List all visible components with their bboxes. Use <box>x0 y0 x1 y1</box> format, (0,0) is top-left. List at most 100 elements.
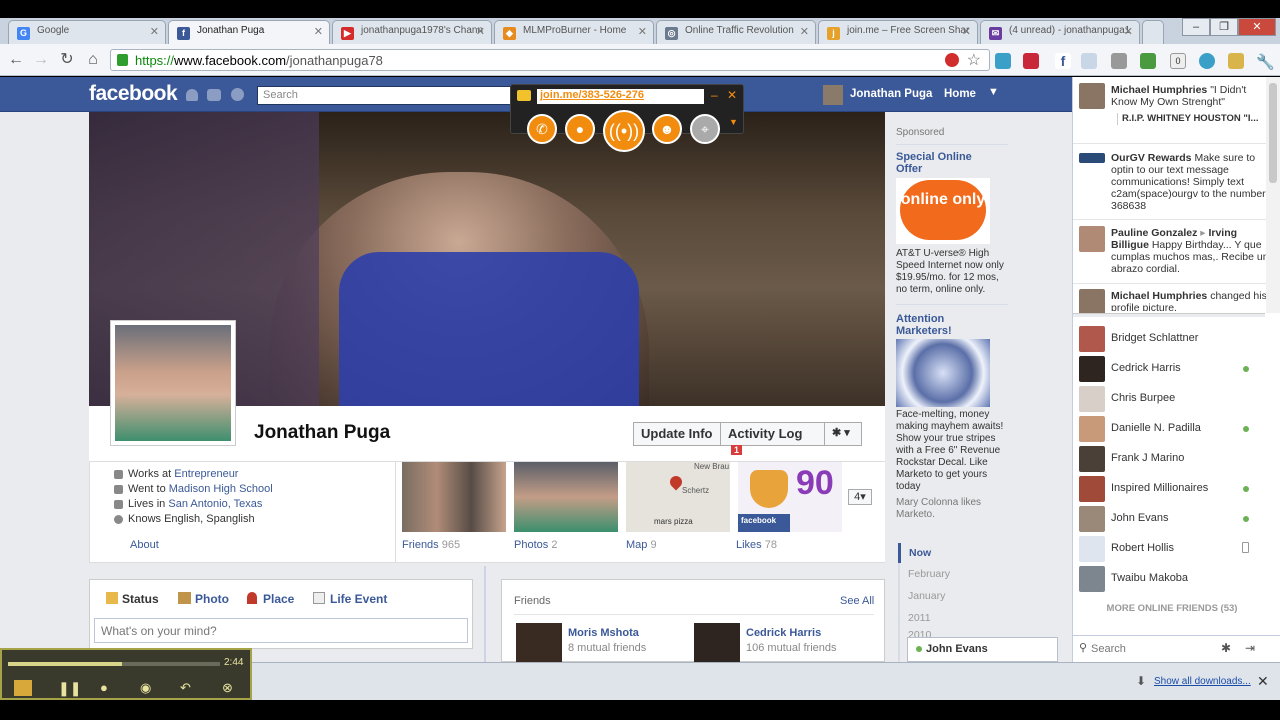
profile-picture[interactable] <box>110 320 236 446</box>
chat-options-gear-icon[interactable]: ✱ <box>1221 641 1231 655</box>
facebook-logo[interactable]: facebook <box>89 82 178 106</box>
recorder-pause-icon[interactable]: ❚❚ <box>58 680 81 696</box>
chat-friend-row[interactable]: Chris Burpee <box>1079 384 1279 412</box>
extension-red-icon[interactable] <box>945 53 959 67</box>
ticker-avatar[interactable] <box>1079 83 1105 109</box>
status-input[interactable]: What's on your mind? <box>94 618 468 643</box>
nav-user-link[interactable]: Jonathan Puga <box>850 88 932 100</box>
reload-icon[interactable]: ↻ <box>56 50 78 70</box>
tab-joinme[interactable]: j join.me – Free Screen Shar ✕ <box>818 20 978 44</box>
chat-friend-row[interactable]: Twaibu Makoba <box>1079 564 1279 592</box>
scrollbar-thumb[interactable] <box>1269 83 1277 183</box>
likes-caption[interactable]: Likes 78 <box>736 539 777 551</box>
ticker-story[interactable]: Pauline Gonzalez ▸ Irving Billigue Happy… <box>1111 227 1271 275</box>
recorder-folder-icon[interactable] <box>14 680 32 696</box>
tab-google[interactable]: G Google ✕ <box>8 20 166 44</box>
chat-search-input[interactable]: Search <box>1091 643 1126 655</box>
chat-friend-row[interactable]: Frank J Marino <box>1079 444 1279 472</box>
bookmark-star-icon[interactable]: ☆ <box>967 50 981 70</box>
close-tab-icon[interactable]: ✕ <box>800 25 809 38</box>
joinme-expand-icon[interactable]: ▼ <box>729 117 738 127</box>
ticker-avatar[interactable] <box>1079 226 1105 252</box>
close-downloads-icon[interactable]: ✕ <box>1257 673 1269 690</box>
timeline-nav-year[interactable]: 2010 <box>900 629 1058 637</box>
ad2-title-link[interactable]: Attention Marketers! <box>896 313 976 337</box>
friend-name-link[interactable]: Moris Mshota <box>568 627 639 639</box>
ticker-avatar[interactable] <box>1079 153 1105 163</box>
ticker-story[interactable]: Michael Humphries changed his profile pi… <box>1111 290 1271 311</box>
home-icon[interactable]: ⌂ <box>82 50 104 70</box>
about-location-link[interactable]: San Antonio, Texas <box>168 498 262 510</box>
ticker-avatar[interactable] <box>1079 289 1105 315</box>
recorder-progress-track[interactable] <box>8 662 220 666</box>
more-apps-button[interactable]: 4▾ <box>848 489 872 505</box>
mail-extension-icon[interactable] <box>1111 53 1127 69</box>
ticker-story[interactable]: Michael Humphries "I Didn't Know My Own … <box>1111 84 1271 108</box>
about-school-link[interactable]: Madison High School <box>169 483 273 495</box>
friend-name-link[interactable]: Cedrick Harris <box>746 627 821 639</box>
ad1-title-link[interactable]: Special Online Offer <box>896 151 976 175</box>
chat-popout-icon[interactable]: ⇥ <box>1245 641 1255 655</box>
map-caption[interactable]: Map 9 <box>626 539 657 551</box>
friend-avatar[interactable] <box>694 623 740 663</box>
see-all-link[interactable]: See All <box>840 595 874 607</box>
update-info-button[interactable]: Update Info <box>633 422 721 446</box>
life-event-tab[interactable]: Life Event <box>330 592 387 606</box>
close-tab-icon[interactable]: ✕ <box>314 25 323 38</box>
extension-green-icon[interactable] <box>1140 53 1156 69</box>
chat-friend-row[interactable]: Danielle N. Padilla <box>1079 414 1279 442</box>
recorder-stop-icon[interactable]: ⊗ <box>222 680 238 696</box>
joinme-link[interactable]: join.me/383-526-276 <box>537 89 704 104</box>
nav-home-link[interactable]: Home <box>944 88 976 100</box>
ad2-image[interactable] <box>896 339 990 407</box>
account-dropdown-icon[interactable]: ▼ <box>988 86 999 98</box>
map-tile[interactable]: New Brau Schertz mars pizza <box>626 462 730 532</box>
chat-friend-row[interactable]: John Evans <box>1079 504 1279 532</box>
extension-plus-icon[interactable] <box>1081 53 1097 69</box>
facebook-extension-icon[interactable]: f <box>1055 53 1071 69</box>
close-window-button[interactable]: ✕ <box>1238 18 1276 36</box>
friend-requests-icon[interactable] <box>186 89 198 101</box>
recorder-undo-icon[interactable]: ↶ <box>180 680 196 696</box>
ad1-image[interactable]: online only <box>896 178 990 244</box>
about-link[interactable]: About <box>130 539 395 551</box>
messages-icon[interactable] <box>207 89 221 101</box>
skype-icon[interactable] <box>1199 53 1215 69</box>
close-tab-icon[interactable]: ✕ <box>638 25 647 38</box>
new-tab-button[interactable] <box>1142 20 1164 44</box>
timeline-nav-now[interactable]: Now <box>898 543 1058 563</box>
recorder-webcam-icon[interactable]: ◉ <box>140 680 156 696</box>
about-work-link[interactable]: Entrepreneur <box>174 468 238 480</box>
friend-avatar[interactable] <box>516 623 562 663</box>
joinme-mouse-button[interactable]: ⌖ <box>690 114 720 144</box>
likes-tile[interactable]: 90 facebook <box>738 462 842 532</box>
tab-youtube-channel[interactable]: ▶ jonathanpuga1978's Chann ✕ <box>332 20 492 44</box>
chat-friend-row[interactable]: Bridget Schlattner <box>1079 324 1279 352</box>
joinme-close-icon[interactable]: ✕ <box>727 88 737 102</box>
more-online-friends-header[interactable]: MORE ONLINE FRIENDS (53) <box>1079 603 1265 614</box>
extension-counter-badge[interactable]: 0 <box>1170 53 1186 69</box>
tab-jonathan-puga[interactable]: f Jonathan Puga ✕ <box>168 20 330 44</box>
minimize-window-button[interactable]: – <box>1182 18 1210 36</box>
facebook-search-input[interactable]: Search <box>257 86 512 105</box>
extension-sync-icon[interactable] <box>995 53 1011 69</box>
joinme-people-button[interactable]: ☻ <box>652 114 682 144</box>
close-tab-icon[interactable]: ✕ <box>150 25 159 38</box>
joinme-minimize-icon[interactable]: – <box>711 88 718 102</box>
tab-mlmproburner[interactable]: ◆ MLMProBurner - Home ✕ <box>494 20 654 44</box>
friends-tile[interactable] <box>402 462 506 532</box>
friends-caption[interactable]: Friends 965 <box>402 539 460 551</box>
extension-notepad-icon[interactable] <box>1228 53 1244 69</box>
close-tab-icon[interactable]: ✕ <box>476 25 485 38</box>
joinme-phone-button[interactable]: ✆ <box>527 114 557 144</box>
close-tab-icon[interactable]: ✕ <box>962 25 971 38</box>
ticker-resize-handle[interactable] <box>1073 313 1265 317</box>
joinme-broadcast-button[interactable]: ((•)) <box>603 110 645 152</box>
tab-online-traffic-revolution[interactable]: ◎ Online Traffic Revolution ✕ <box>656 20 816 44</box>
ticker-story[interactable]: OurGV Rewards Make sure to optin to our … <box>1111 152 1271 212</box>
notifications-globe-icon[interactable] <box>231 88 244 101</box>
timeline-nav-month[interactable]: January <box>900 585 1058 607</box>
status-tab[interactable]: Status <box>122 592 159 606</box>
user-avatar-small[interactable] <box>823 85 843 105</box>
joinme-chat-button[interactable]: ● <box>565 114 595 144</box>
